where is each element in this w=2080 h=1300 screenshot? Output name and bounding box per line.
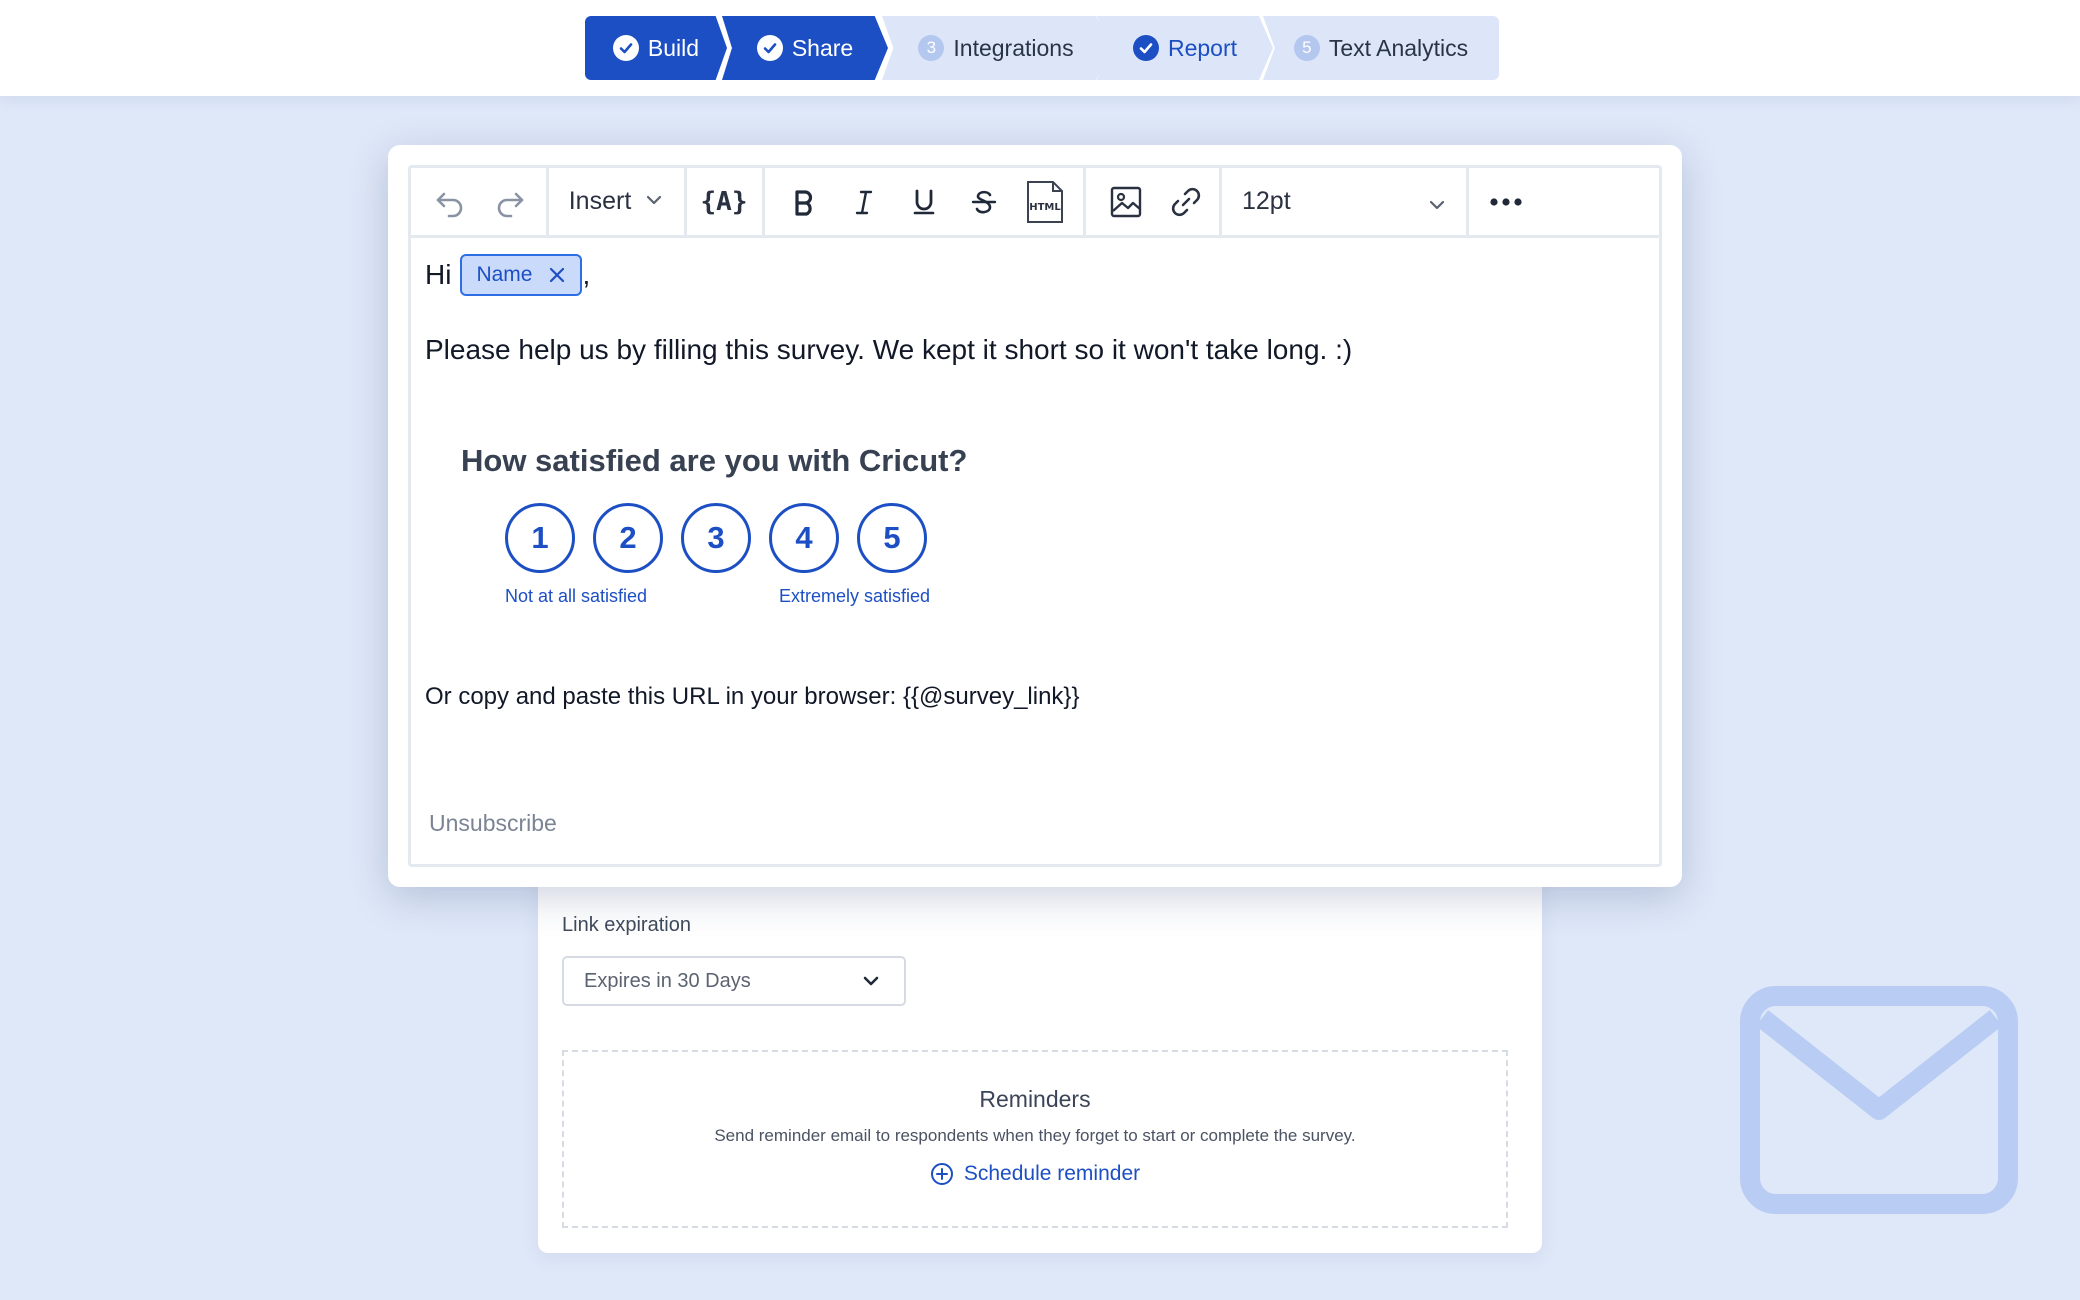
redo-button[interactable] (485, 168, 535, 235)
greeting-line: Hi Name , (425, 254, 590, 296)
insert-link-button[interactable] (1161, 168, 1211, 235)
reminders-title: Reminders (979, 1086, 1091, 1112)
editor-frame: Insert {A} HTML 12pt Hi Name , Please he… (408, 165, 1662, 867)
strikethrough-icon (971, 190, 997, 213)
check-icon (1132, 35, 1159, 61)
top-bar: Build Share 3 Integrations Report 5 Text… (0, 0, 2080, 96)
step-label: Report (1167, 34, 1238, 61)
step-integrations[interactable]: 3 Integrations (882, 16, 1110, 80)
chevron-down-icon (645, 187, 663, 216)
html-source-button[interactable]: HTML (1019, 168, 1071, 235)
rating-option-4[interactable]: 4 (769, 503, 839, 573)
rating-option-3[interactable]: 3 (681, 503, 751, 573)
toolbar-divider (1466, 168, 1469, 235)
step-label: Build (647, 34, 700, 61)
undo-icon (436, 192, 463, 217)
link-expiration-select[interactable]: Expires in 30 Days (562, 956, 906, 1006)
font-size-value: 12pt (1242, 187, 1291, 215)
share-settings-card: Link expiration Expires in 30 Days Remin… (538, 860, 1542, 1253)
schedule-reminder-label: Schedule reminder (963, 1162, 1141, 1185)
greeting-text: Hi (425, 259, 452, 290)
bold-button[interactable] (779, 168, 829, 235)
unsubscribe-link[interactable]: Unsubscribe (429, 810, 557, 837)
chevron-down-icon (862, 972, 880, 996)
step-label: Integrations (953, 34, 1074, 61)
underline-button[interactable] (899, 168, 949, 235)
insert-label: Insert (568, 187, 632, 215)
strikethrough-button[interactable] (959, 168, 1009, 235)
merge-tag-label: Name (476, 263, 533, 286)
check-icon (612, 35, 639, 61)
rating-option-5[interactable]: 5 (857, 503, 927, 573)
survey-question: How satisfied are you with Cricut? (461, 443, 968, 478)
italic-icon (855, 190, 873, 214)
image-icon (1110, 186, 1142, 217)
link-expiration-value: Expires in 30 Days (584, 969, 751, 992)
link-expiration-label: Link expiration (562, 914, 691, 936)
more-horizontal-icon (1490, 197, 1522, 206)
italic-button[interactable] (839, 168, 889, 235)
redo-icon (497, 192, 524, 217)
toolbar-divider (762, 168, 765, 235)
step-number: 3 (918, 35, 945, 61)
reminders-description: Send reminder email to respondents when … (714, 1126, 1356, 1145)
reminders-panel: Reminders Send reminder email to respond… (562, 1050, 1508, 1228)
bold-icon (795, 189, 813, 216)
rating-option-1[interactable]: 1 (505, 503, 575, 573)
schedule-reminder-button[interactable]: Schedule reminder (564, 1162, 1506, 1186)
svg-text:HTML: HTML (1029, 202, 1061, 213)
step-number: 5 (1293, 35, 1320, 61)
html-file-icon: HTML (1027, 180, 1063, 223)
rating-option-2[interactable]: 2 (593, 503, 663, 573)
step-build[interactable]: Build (585, 16, 727, 80)
close-icon[interactable] (548, 266, 566, 284)
survey-url-line: Or copy and paste this URL in your brows… (425, 683, 1080, 710)
undo-button[interactable] (425, 168, 475, 235)
chevron-down-icon (1428, 192, 1446, 221)
insert-variable-button[interactable]: {A} (687, 168, 761, 235)
rating-low-label: Not at all satisfied (505, 586, 648, 606)
editor-toolbar: Insert {A} HTML 12pt (411, 168, 1659, 238)
mail-icon (1740, 986, 2018, 1219)
intro-paragraph: Please help us by filling this survey. W… (425, 334, 1353, 365)
email-body[interactable]: Hi Name , Please help us by filling this… (425, 238, 1645, 858)
step-label: Share (791, 34, 854, 61)
step-text-analytics[interactable]: 5 Text Analytics (1263, 16, 1499, 80)
insert-menu-button[interactable]: Insert (549, 168, 683, 235)
underline-icon (913, 189, 935, 214)
email-editor: Insert {A} HTML 12pt Hi Name , Please he… (388, 145, 1682, 887)
step-share[interactable]: Share (722, 16, 888, 80)
link-icon (1171, 187, 1201, 216)
name-merge-tag[interactable]: Name (460, 254, 583, 296)
step-label: Text Analytics (1328, 34, 1469, 61)
step-report[interactable]: Report (1097, 16, 1273, 80)
progress-steps: Build Share 3 Integrations Report 5 Text… (585, 16, 1499, 80)
more-options-button[interactable] (1475, 168, 1537, 235)
toolbar-divider (1083, 168, 1086, 235)
greeting-comma: , (582, 259, 591, 290)
insert-image-button[interactable] (1101, 168, 1151, 235)
check-icon (756, 35, 783, 61)
rating-high-label: Extremely satisfied (779, 586, 931, 606)
font-size-select[interactable]: 12pt (1222, 168, 1466, 235)
variable-icon: {A} (700, 186, 748, 217)
plus-circle-icon (930, 1163, 953, 1185)
